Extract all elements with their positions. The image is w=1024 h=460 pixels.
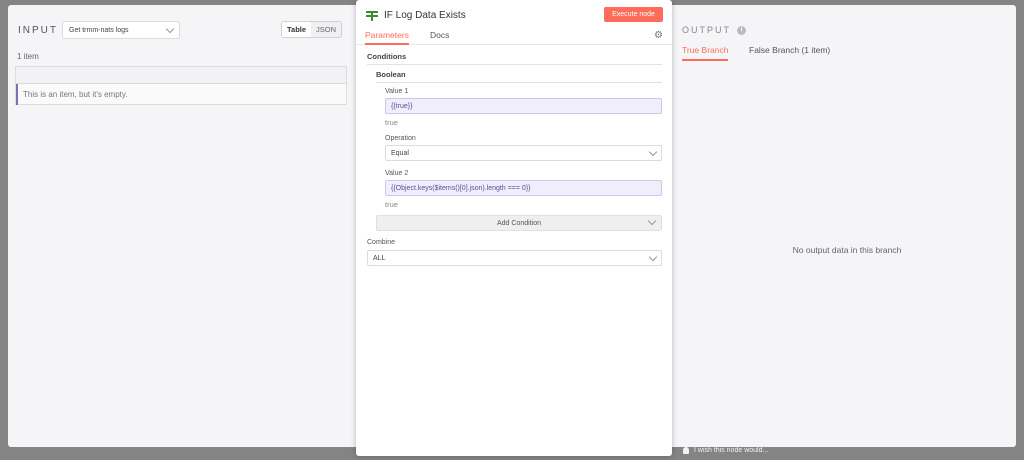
chevron-down-icon [165,24,175,33]
value1-result: true [385,118,398,127]
boolean-heading: Boolean [376,70,406,79]
view-table-button[interactable]: Table [282,22,312,37]
output-title: OUTPUT [682,25,731,35]
chevron-down-icon [648,147,658,156]
node-settings-panel: IF Log Data Exists Execute node Paramete… [356,0,672,456]
tab-true-branch[interactable]: True Branch [682,45,729,61]
input-node-select[interactable]: Get trmm-nats logs [62,21,180,39]
combine-select[interactable]: ALL [367,250,662,266]
input-table-row: This is an item, but it's empty. [16,84,346,105]
input-table: This is an item, but it's empty. [15,66,347,105]
combine-select-value: ALL [373,254,386,262]
chevron-down-icon [647,216,657,226]
info-icon[interactable]: i [737,25,746,35]
feedback-link[interactable]: I wish this node would... [683,447,768,454]
value2-expression-text: {{Object.keys($items()[0].json).length =… [391,184,531,192]
add-condition-button[interactable]: Add Condition [376,215,662,231]
input-view-toggle: Table JSON [281,21,343,38]
node-title[interactable]: IF Log Data Exists [384,10,466,21]
if-node-icon [366,10,378,21]
input-table-header [16,67,346,84]
value2-expression-input[interactable]: {{Object.keys($items()[0].json).length =… [385,180,662,196]
execute-node-button[interactable]: Execute node [604,7,663,22]
node-header: IF Log Data Exists [366,10,466,21]
combine-label: Combine [367,239,396,246]
input-item-count: 1 item [17,52,39,61]
node-tabs: Parameters Docs [356,30,672,45]
tab-parameters[interactable]: Parameters [365,30,409,45]
chevron-down-icon [648,252,658,261]
add-condition-label: Add Condition [497,219,541,227]
value2-label: Value 2 [385,170,409,177]
value1-expression-text: {{true}} [391,102,413,110]
tab-false-branch[interactable]: False Branch (1 item) [749,45,830,61]
input-header: INPUT Get trmm-nats logs [18,21,180,39]
input-title: INPUT [18,24,58,36]
value1-label: Value 1 [385,88,409,95]
input-panel: INPUT Get trmm-nats logs Table JSON 1 it… [8,5,356,447]
conditions-heading: Conditions [367,52,407,61]
boolean-divider [376,82,662,83]
operation-select-value: Equal [391,149,409,157]
operation-label: Operation [385,135,416,142]
lightbulb-icon [683,447,689,454]
view-json-button[interactable]: JSON [311,22,342,37]
value2-result: true [385,200,398,209]
output-branch-tabs: True Branch False Branch (1 item) [672,45,1016,61]
feedback-text: I wish this node would... [694,447,769,454]
output-empty-message: No output data in this branch [792,245,902,255]
value1-expression-input[interactable]: {{true}} [385,98,662,114]
gear-icon[interactable]: ⚙ [654,30,663,41]
tab-docs[interactable]: Docs [430,30,449,45]
output-header: OUTPUT i [682,25,746,35]
input-node-select-value: Get trmm-nats logs [69,26,129,34]
conditions-divider [367,64,662,65]
output-panel: OUTPUT i True Branch False Branch (1 ite… [672,5,1016,447]
operation-select[interactable]: Equal [385,145,662,161]
